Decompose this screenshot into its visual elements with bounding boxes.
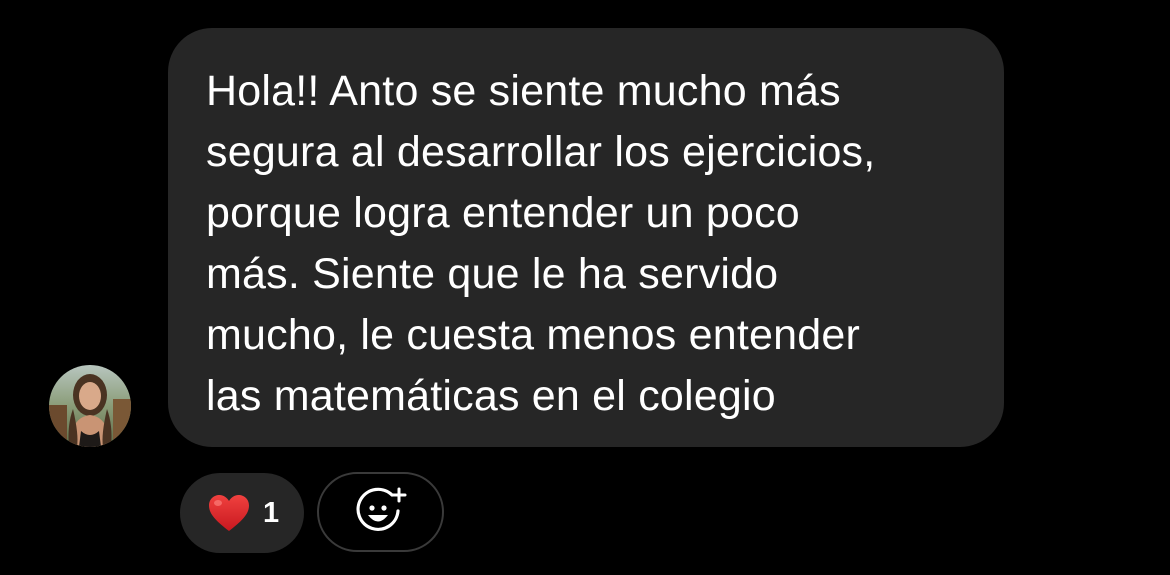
heart-reaction-pill[interactable]: 1 — [180, 473, 304, 553]
add-reaction-button[interactable] — [317, 472, 444, 552]
sender-avatar[interactable] — [49, 365, 131, 447]
avatar-photo — [49, 365, 131, 447]
message-line: Hola!! Anto se siente mucho más — [206, 67, 841, 115]
smiley-plus-icon — [356, 487, 406, 531]
reaction-count: 1 — [263, 496, 280, 529]
message-line: segura al desarrollar los ejercicios, — [206, 128, 876, 176]
red-heart-icon — [208, 494, 250, 532]
message-line: porque logra entender un poco — [206, 189, 800, 237]
message-line: las matemáticas en el colegio — [206, 372, 776, 420]
message-text: Hola!! Anto se siente mucho más segura a… — [206, 61, 970, 427]
message-bubble[interactable]: Hola!! Anto se siente mucho más segura a… — [168, 28, 1004, 447]
message-line: mucho, le cuesta menos entender — [206, 311, 860, 359]
message-line: más. Siente que le ha servido — [206, 250, 779, 298]
